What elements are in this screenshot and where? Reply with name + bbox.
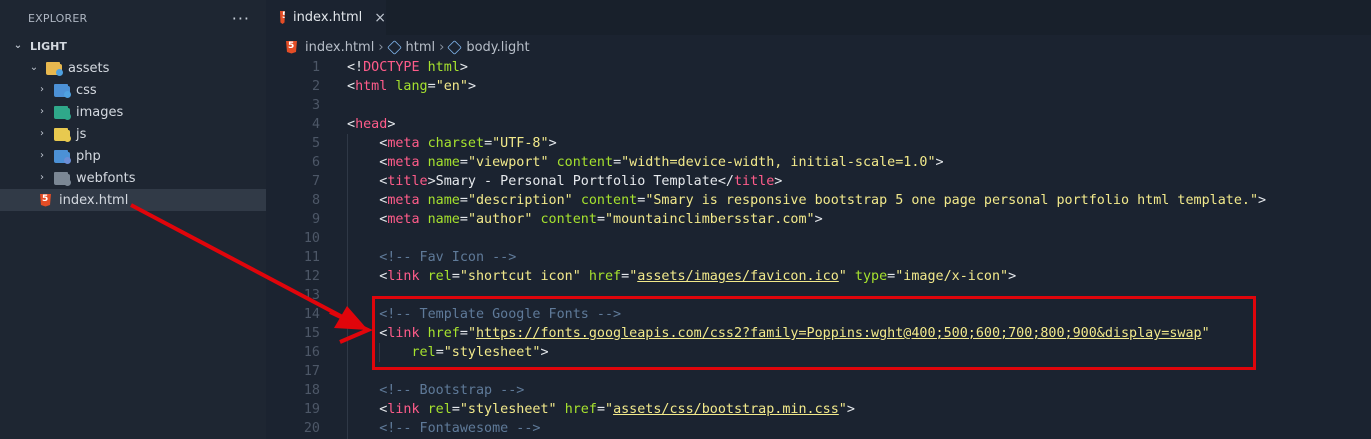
annotation-arrow xyxy=(130,203,373,344)
